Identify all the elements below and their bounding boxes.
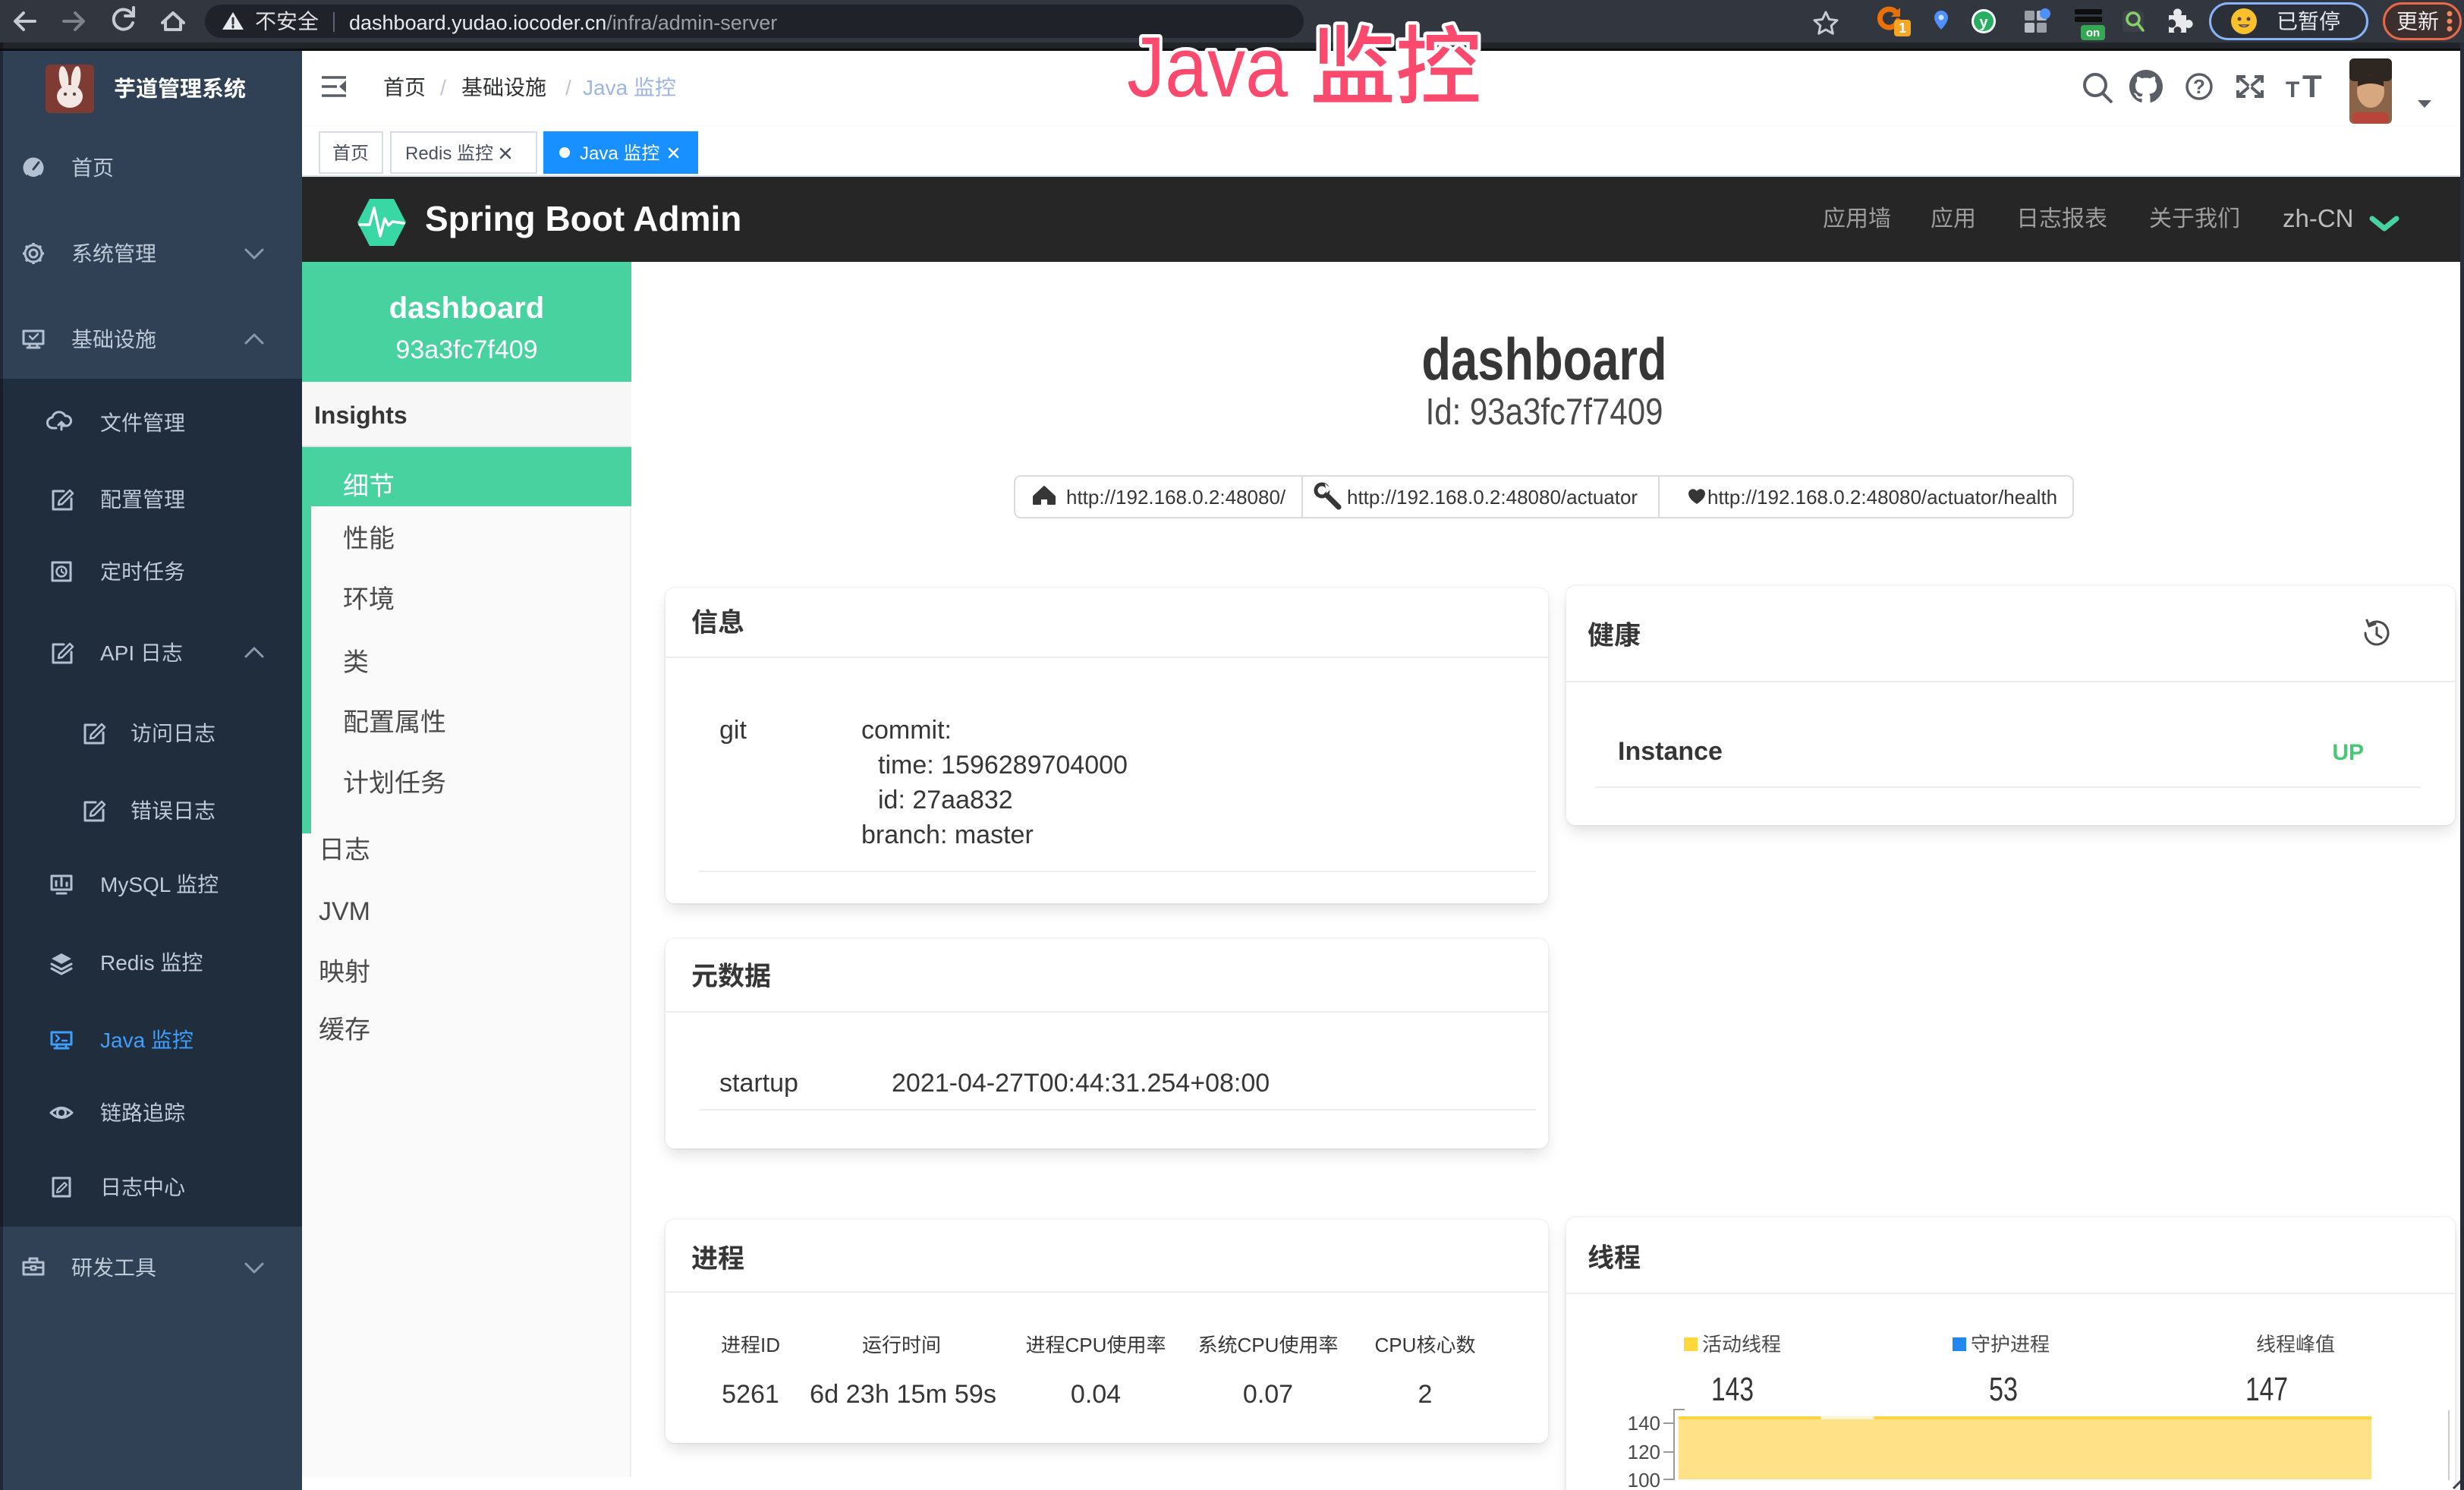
svg-text:1: 1 [1899, 20, 1906, 36]
svg-text:CPU: CPU [1065, 1334, 1107, 1356]
svg-text:dashboard: dashboard [1421, 326, 1666, 392]
svg-text:Instance: Instance [1618, 737, 1723, 766]
svg-text:Id: 93a3fc7f7409: Id: 93a3fc7f7409 [1426, 390, 1663, 433]
svg-text:Java: Java [580, 143, 618, 164]
svg-text:Java: Java [100, 1029, 146, 1052]
svg-text:http://192.168.0.2:48080/actua: http://192.168.0.2:48080/actuator [1347, 486, 1638, 509]
svg-text:Insights: Insights [314, 402, 408, 429]
svg-text:120: 120 [1628, 1441, 1660, 1463]
svg-text:branch: master: branch: master [861, 821, 1034, 849]
svg-text:id: 27aa832: id: 27aa832 [878, 786, 1013, 814]
svg-text:5261: 5261 [722, 1380, 779, 1409]
svg-text:Java: Java [583, 76, 628, 99]
svg-text:UP: UP [2332, 740, 2364, 765]
svg-text:/: / [440, 76, 446, 99]
svg-text:dashboard.yudao.iocoder.cn: dashboard.yudao.iocoder.cn [349, 11, 606, 34]
svg-text:CPU: CPU [1238, 1334, 1279, 1356]
svg-text:MySQL: MySQL [100, 873, 171, 896]
svg-text:git: git [719, 716, 747, 745]
svg-text:93a3fc7f409: 93a3fc7f409 [395, 335, 537, 364]
svg-text:2: 2 [1418, 1380, 1433, 1409]
svg-text:Java: Java [1127, 20, 1289, 115]
svg-text:T: T [2302, 68, 2322, 104]
svg-text:startup: startup [719, 1069, 798, 1098]
svg-text:Redis: Redis [405, 143, 452, 164]
svg-text:commit:: commit: [861, 716, 952, 745]
svg-text:time: 1596289704000: time: 1596289704000 [878, 751, 1128, 780]
svg-text:?: ? [2193, 75, 2205, 98]
svg-text:API: API [100, 641, 134, 665]
svg-text:on: on [2086, 27, 2100, 39]
svg-text:147: 147 [2245, 1371, 2288, 1408]
svg-text:JVM: JVM [319, 897, 370, 926]
svg-text:y: y [1979, 14, 1988, 31]
svg-text:http://192.168.0.2:48080/actua: http://192.168.0.2:48080/actuator/health [1707, 486, 2057, 509]
svg-text:0.07: 0.07 [1243, 1380, 1293, 1409]
svg-text:http://192.168.0.2:48080/: http://192.168.0.2:48080/ [1066, 486, 1286, 509]
svg-text:/: / [565, 76, 571, 99]
svg-text:Redis: Redis [100, 951, 155, 975]
svg-text:6d 23h 15m 59s: 6d 23h 15m 59s [810, 1380, 996, 1409]
svg-text:2021-04-27T00:44:31.254+08:00: 2021-04-27T00:44:31.254+08:00 [892, 1069, 1270, 1098]
svg-text:0.04: 0.04 [1071, 1380, 1121, 1409]
svg-text:Spring Boot Admin: Spring Boot Admin [425, 199, 741, 238]
svg-text:53: 53 [1989, 1371, 2018, 1408]
svg-text:100: 100 [1628, 1469, 1660, 1490]
svg-text:dashboard: dashboard [389, 291, 544, 325]
svg-text:CPU: CPU [1375, 1334, 1417, 1356]
svg-text:/infra/admin-server: /infra/admin-server [606, 11, 777, 34]
svg-text:143: 143 [1711, 1371, 1754, 1408]
svg-text:140: 140 [1628, 1412, 1660, 1435]
svg-text:ID: ID [760, 1334, 780, 1356]
svg-text:T: T [2286, 77, 2299, 102]
svg-text:zh-CN: zh-CN [2283, 204, 2354, 232]
